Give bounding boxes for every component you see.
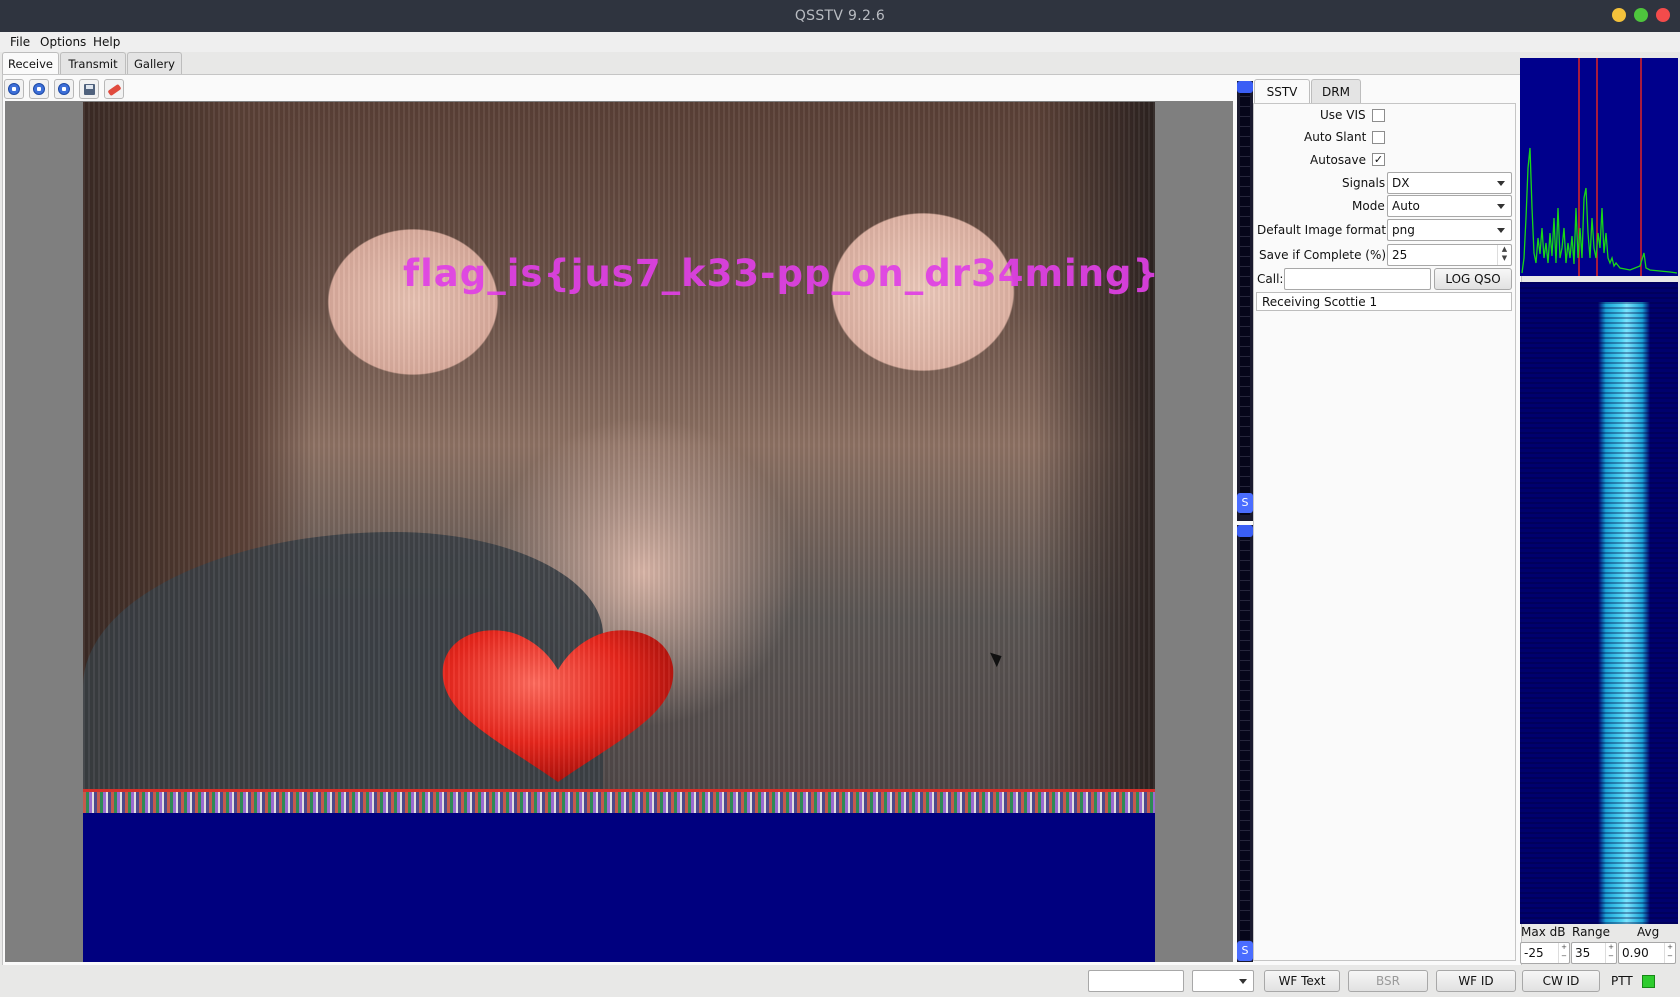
chevron-down-icon — [1497, 228, 1505, 233]
image-format-value: png — [1392, 223, 1415, 237]
wf-text-button[interactable]: WF Text — [1264, 970, 1340, 992]
minimize-button[interactable] — [1612, 8, 1626, 22]
menu-file[interactable]: File — [10, 35, 30, 49]
mode-select[interactable]: Auto — [1387, 195, 1512, 217]
cw-id-button[interactable]: CW ID — [1522, 970, 1600, 992]
waterfall-labels: Max dB Range Avg — [1521, 925, 1679, 941]
use-vis-checkbox[interactable] — [1372, 109, 1385, 122]
call-input[interactable] — [1284, 268, 1431, 290]
spin-arrows-icon[interactable]: + − — [1558, 943, 1569, 963]
use-vis-label: Use VIS — [1320, 108, 1366, 122]
save-complete-value: 25 — [1392, 248, 1408, 262]
spectrum-display[interactable] — [1520, 58, 1678, 276]
erase-button[interactable] — [104, 79, 124, 99]
range-label: Range — [1572, 925, 1611, 939]
tab-sstv[interactable]: SSTV — [1254, 79, 1310, 104]
start-button[interactable] — [4, 79, 24, 99]
bsr-button[interactable]: BSR — [1348, 970, 1428, 992]
lower-slider-handle[interactable]: S — [1237, 941, 1253, 961]
unreceived-area — [83, 813, 1155, 962]
avg-label: Avg — [1637, 925, 1660, 939]
receive-status: Receiving Scottie 1 — [1256, 292, 1512, 311]
lower-slider[interactable]: S — [1237, 525, 1253, 962]
avg-spinbox[interactable]: 0.90 + − — [1618, 942, 1676, 964]
bottom-select[interactable] — [1192, 970, 1254, 992]
chevron-down-icon — [1239, 979, 1247, 984]
stop-button[interactable] — [29, 79, 49, 99]
save-complete-label: Save if Complete (%) — [1259, 248, 1387, 262]
erase-icon — [107, 83, 122, 97]
status-text-field[interactable] — [1088, 970, 1184, 992]
signals-value: DX — [1392, 176, 1410, 190]
max-db-value: -25 — [1524, 946, 1544, 960]
avg-value: 0.90 — [1622, 946, 1649, 960]
image-format-label: Default Image format — [1257, 223, 1387, 237]
upper-slider-handle[interactable]: S — [1237, 493, 1253, 513]
autosave-checkbox[interactable]: ✓ — [1372, 153, 1385, 166]
tab-transmit[interactable]: Transmit — [60, 52, 126, 74]
spin-arrows-icon[interactable]: ▲ ▼ — [1497, 245, 1511, 265]
chevron-down-icon — [1497, 181, 1505, 186]
auto-slant-checkbox[interactable] — [1372, 131, 1385, 144]
maximize-button[interactable] — [1634, 8, 1648, 22]
received-image: flag_is{jus7_k33-pp_on_dr34ming} — [83, 102, 1155, 789]
max-db-label: Max dB — [1521, 925, 1566, 939]
call-label: Call: — [1257, 272, 1284, 286]
max-db-spinbox[interactable]: -25 + − — [1520, 942, 1570, 964]
save-complete-spinbox[interactable]: 25 ▲ ▼ — [1387, 244, 1512, 266]
signals-select[interactable]: DX — [1387, 172, 1512, 194]
tab-receive[interactable]: Receive — [2, 52, 59, 75]
stop-icon — [33, 83, 45, 95]
tab-gallery[interactable]: Gallery — [127, 52, 182, 74]
save-button[interactable] — [79, 79, 99, 99]
log-qso-button[interactable]: LOG QSO — [1434, 268, 1512, 290]
menu-bar: File Options Help — [0, 32, 1680, 52]
ptt-indicator — [1642, 975, 1655, 988]
upper-slider[interactable]: S — [1237, 81, 1253, 521]
autosave-label: Autosave — [1310, 153, 1366, 167]
range-value: 35 — [1575, 946, 1591, 960]
menu-options[interactable]: Options — [40, 35, 86, 49]
save-icon — [84, 84, 95, 95]
auto-slant-label: Auto Slant — [1304, 130, 1367, 144]
spin-arrows-icon[interactable]: + − — [1664, 943, 1675, 963]
tab-drm[interactable]: DRM — [1311, 79, 1361, 103]
chevron-down-icon — [1497, 204, 1505, 209]
close-button[interactable] — [1656, 8, 1670, 22]
ptt-label: PTT — [1611, 974, 1633, 988]
status-bar: WF Text BSR WF ID CW ID PTT — [0, 965, 1680, 997]
menu-help[interactable]: Help — [93, 35, 120, 49]
window-title: QSSTV 9.2.6 — [794, 8, 886, 24]
spin-arrows-icon[interactable]: + − — [1605, 943, 1616, 963]
start-icon — [8, 83, 20, 95]
wf-id-button[interactable]: WF ID — [1436, 970, 1516, 992]
image-format-select[interactable]: png — [1387, 219, 1512, 241]
mode-label: Mode — [1352, 199, 1385, 213]
waterfall-display[interactable] — [1520, 282, 1678, 924]
main-tabs: Receive Transmit Gallery — [0, 52, 1680, 75]
resync-button[interactable] — [54, 79, 74, 99]
title-bar: QSSTV 9.2.6 — [0, 0, 1680, 32]
signals-label: Signals — [1342, 176, 1386, 190]
image-overlay-text: flag_is{jus7_k33-pp_on_dr34ming} — [403, 252, 1155, 295]
resync-icon — [58, 83, 70, 95]
mode-value: Auto — [1392, 199, 1420, 213]
signal-noise-strip — [83, 789, 1155, 813]
range-spinbox[interactable]: 35 + − — [1571, 942, 1617, 964]
